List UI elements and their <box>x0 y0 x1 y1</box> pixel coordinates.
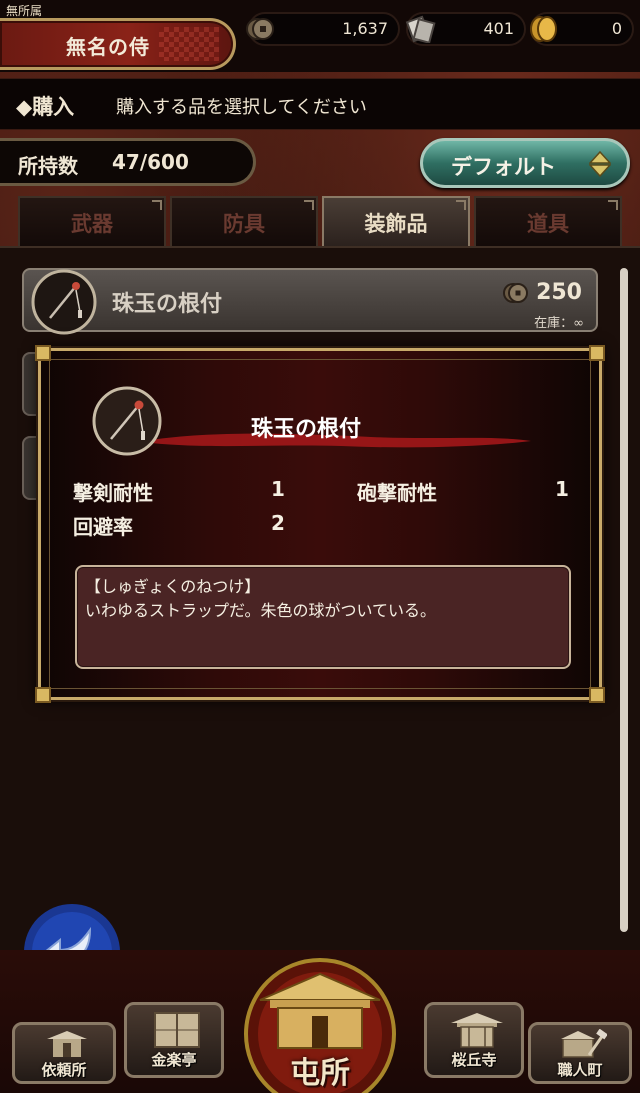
temple-icon <box>451 1013 503 1048</box>
tab-accessories[interactable]: 装飾品 <box>322 196 470 248</box>
resource-gold: 0 <box>530 12 634 46</box>
list-scrollbar[interactable] <box>620 268 628 932</box>
tab-tools[interactable]: 道具 <box>474 196 622 246</box>
stat-label: 回避率 <box>73 515 133 539</box>
nav-kinrakutei[interactable]: 金楽亭 <box>124 1002 224 1078</box>
shrine-gate-icon <box>47 1031 87 1057</box>
gold-count: 0 <box>611 19 622 38</box>
resource-tokens: 401 <box>405 12 526 46</box>
nav-label: 職人町 <box>557 1061 603 1079</box>
token-card-icon <box>405 15 436 43</box>
token-count: 401 <box>483 19 514 38</box>
stat-label: 砲撃耐性 <box>357 481 437 505</box>
nav-label: 桜丘寺 <box>451 1051 497 1069</box>
tab-corner-deco <box>456 200 466 210</box>
inventory-count: 所持数 47/600 <box>0 138 256 186</box>
stat-value: 1 <box>555 477 569 501</box>
tab-weapons[interactable]: 武器 <box>18 196 166 246</box>
coin-icon <box>246 18 274 40</box>
gold-koban-icon <box>530 16 557 42</box>
inventory-value: 47/600 <box>112 150 189 174</box>
corner-ornament <box>589 345 605 361</box>
affiliation-label: 無所属 <box>6 4 43 18</box>
coin-icon <box>503 283 528 303</box>
nav-label: 金楽亭 <box>151 1051 197 1069</box>
description-box: 【しゅぎょくのねつけ】 いわゆるストラップだ。朱色の球がついている。 <box>75 565 571 669</box>
item-name: 珠玉の根付 <box>112 292 223 317</box>
tab-label: 武器 <box>71 212 113 236</box>
tab-label: 防具 <box>223 212 265 236</box>
tab-label: 装飾品 <box>364 212 428 236</box>
item-price: 250 <box>536 280 582 305</box>
player-name: 無名の侍 <box>66 35 150 59</box>
list-item[interactable]: 珠玉の根付 250 在庫：∞ <box>22 268 598 335</box>
sort-default-button[interactable]: デフォルト <box>420 138 630 188</box>
item-stock: 在庫：∞ <box>534 316 584 331</box>
purchase-title: ◆購入 <box>16 95 75 119</box>
nav-request-office[interactable]: 依頼所 <box>12 1022 116 1084</box>
workshop-hammer-icon <box>561 1029 607 1058</box>
nav-tonsho[interactable]: 屯所 <box>236 956 404 1093</box>
inventory-label: 所持数 <box>18 154 78 178</box>
purchase-header: ◆購入 購入する品を選択してください <box>0 78 640 130</box>
purchase-instruction: 購入する品を選択してください <box>116 97 367 118</box>
coin-count: 1,637 <box>342 19 388 38</box>
tab-label: 道具 <box>527 212 569 236</box>
netsuke-icon <box>31 269 97 335</box>
nav-label: 屯所 <box>290 1056 350 1091</box>
tab-corner-deco <box>152 200 162 210</box>
stat-label: 撃剣耐性 <box>73 481 153 505</box>
checker-pattern <box>159 27 219 61</box>
resource-coins: 1,637 <box>246 12 400 46</box>
tab-corner-deco <box>304 200 314 210</box>
nav-craftsman-town[interactable]: 職人町 <box>528 1022 632 1084</box>
sort-button-label: デフォルト <box>451 155 556 179</box>
description-reading: 【しゅぎょくのねつけ】 <box>85 577 261 596</box>
stat-value: 2 <box>271 511 285 535</box>
description-text: いわゆるストラップだ。朱色の球がついている。 <box>85 601 437 620</box>
corner-ornament <box>35 345 51 361</box>
nav-label: 依頼所 <box>41 1061 87 1079</box>
teahouse-door-icon <box>154 1012 200 1048</box>
tab-corner-deco <box>608 200 618 210</box>
item-detail-popup[interactable]: 珠玉の根付 撃剣耐性 1 砲撃耐性 1 回避率 2 【しゅぎょくのねつけ】 いわ… <box>35 345 605 703</box>
tab-armor[interactable]: 防具 <box>170 196 318 246</box>
sort-arrows-icon <box>589 151 611 177</box>
corner-ornament <box>589 687 605 703</box>
detail-title: 珠玉の根付 <box>251 417 362 442</box>
corner-ornament <box>35 687 51 703</box>
netsuke-icon <box>92 386 162 456</box>
player-name-plate[interactable]: 無名の侍 <box>0 18 236 70</box>
category-tabs: 武器 防具 装飾品 道具 <box>0 196 640 248</box>
stat-value: 1 <box>271 477 285 501</box>
nav-oukaji-temple[interactable]: 桜丘寺 <box>424 1002 524 1078</box>
